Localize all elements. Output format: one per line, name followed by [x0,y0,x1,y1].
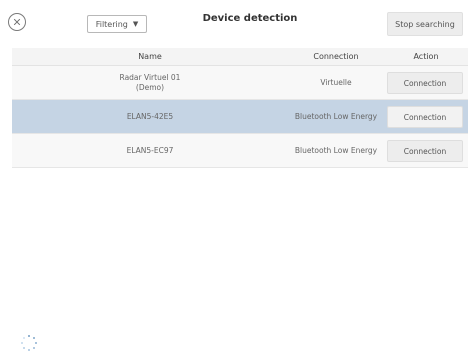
device-name: ELAN5-42E5 [126,111,174,121]
device-name-subtitle: (Demo) [135,82,165,92]
device-connection-type: Bluetooth Low Energy [294,146,378,155]
table-header: Name Connection Action [12,48,468,66]
close-button[interactable] [8,13,26,31]
device-name: Radar Virtuel 01 [119,72,181,82]
connect-button[interactable]: Connection [387,72,463,94]
device-connection-type: Bluetooth Low Energy [294,112,378,121]
filter-label: Filtering [95,19,128,29]
device-name-cell: ELAN5-EC97 [12,134,288,167]
stop-searching-button[interactable]: Stop searching [387,12,463,36]
table-row[interactable]: ELAN5-EC97 Bluetooth Low Energy Connecti… [12,134,468,168]
page-title: Device detection [202,13,298,24]
column-header-connection: Connection [313,52,359,61]
device-name: ELAN5-EC97 [126,145,174,155]
device-name-cell: Radar Virtuel 01 (Demo) [12,66,288,99]
filter-dropdown[interactable]: Filtering ▼ [87,15,147,33]
chevron-down-icon: ▼ [132,20,139,28]
loading-spinner-icon [20,334,38,352]
device-table: Name Connection Action Radar Virtuel 01 … [12,48,468,168]
device-name-cell: ELAN5-42E5 [12,100,288,133]
device-connection-type: Virtuelle [320,78,352,87]
column-header-name: Name [138,52,162,61]
table-row[interactable]: Radar Virtuel 01 (Demo) Virtuelle Connec… [12,66,468,100]
connect-button[interactable]: Connection [387,106,463,128]
column-header-action: Action [413,52,439,61]
connect-button[interactable]: Connection [387,140,463,162]
table-row[interactable]: ELAN5-42E5 Bluetooth Low Energy Connecti… [12,100,468,134]
top-bar: Filtering ▼ Device detection Stop search… [0,0,468,48]
close-icon [13,18,21,26]
